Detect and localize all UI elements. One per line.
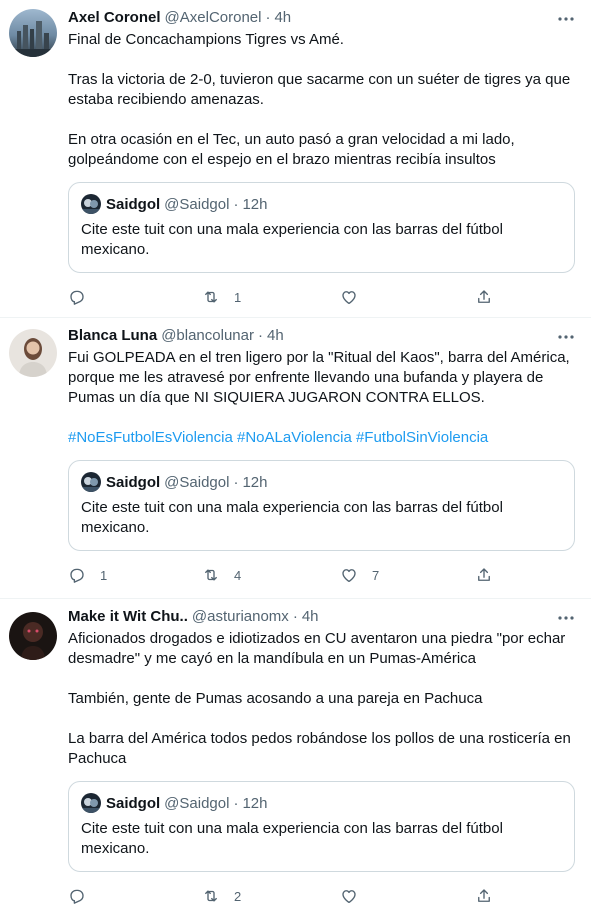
reply-button[interactable] bbox=[68, 880, 100, 912]
quoted-text: Cite este tuit con una mala experiencia … bbox=[81, 221, 503, 258]
quoted-timestamp: 12h bbox=[242, 794, 268, 812]
more-icon[interactable] bbox=[557, 10, 575, 28]
quoted-author-handle: @Saidgol bbox=[164, 473, 230, 491]
avatar[interactable] bbox=[9, 612, 57, 660]
tweet-paragraph: Final de Concachampions Tigres vs Amé. bbox=[68, 31, 344, 48]
reply-count: 1 bbox=[100, 567, 108, 583]
tweet-paragraph: También, gente de Pumas acosando a una p… bbox=[68, 690, 483, 707]
quoted-timestamp: 12h bbox=[242, 195, 268, 213]
author-name[interactable]: Make it Wit Chu.. bbox=[68, 607, 188, 627]
reply-icon bbox=[68, 288, 86, 306]
separator-dot: · bbox=[233, 473, 239, 491]
quoted-author-name: Saidgol bbox=[106, 473, 161, 491]
heart-icon bbox=[340, 288, 358, 306]
tweet[interactable]: Blanca Luna @blancolunar · 4h Fui GOLPEA… bbox=[0, 318, 591, 599]
share-icon bbox=[475, 288, 493, 306]
separator-dot: · bbox=[233, 195, 239, 213]
quoted-avatar bbox=[81, 793, 101, 813]
like-button[interactable]: 7 bbox=[340, 559, 379, 591]
like-button[interactable] bbox=[340, 281, 372, 313]
like-count: 7 bbox=[372, 567, 380, 583]
quoted-author-name: Saidgol bbox=[106, 794, 161, 812]
author-handle[interactable]: @blancolunar bbox=[161, 326, 254, 346]
heart-icon bbox=[340, 566, 358, 584]
quoted-author-name: Saidgol bbox=[106, 195, 161, 213]
retweet-icon bbox=[202, 887, 220, 905]
action-bar: 1 4 7 bbox=[68, 559, 575, 591]
tweet-paragraph: Fui GOLPEADA en el tren ligero por la "R… bbox=[68, 349, 570, 406]
retweet-button[interactable]: 4 bbox=[202, 559, 241, 591]
separator-dot: · bbox=[257, 327, 263, 344]
tweet[interactable]: Make it Wit Chu.. @asturianomx · 4h Afic… bbox=[0, 599, 591, 918]
reply-button[interactable]: 1 bbox=[68, 559, 107, 591]
separator-dot: · bbox=[292, 608, 298, 625]
retweet-button[interactable]: 2 bbox=[202, 880, 241, 912]
quoted-text: Cite este tuit con una mala experiencia … bbox=[81, 820, 503, 857]
avatar[interactable] bbox=[9, 329, 57, 377]
quoted-timestamp: 12h bbox=[242, 473, 268, 491]
tweet-paragraph: Aficionados drogados e idiotizados en CU… bbox=[68, 630, 566, 667]
share-icon bbox=[475, 566, 493, 584]
heart-icon bbox=[340, 887, 358, 905]
quoted-tweet[interactable]: Saidgol @Saidgol · 12h Cite este tuit co… bbox=[68, 781, 575, 872]
quoted-tweet[interactable]: Saidgol @Saidgol · 12h Cite este tuit co… bbox=[68, 182, 575, 273]
separator-dot: · bbox=[233, 794, 239, 812]
avatar[interactable] bbox=[9, 9, 57, 57]
separator-dot: · bbox=[265, 9, 271, 26]
retweet-button[interactable]: 1 bbox=[202, 281, 241, 313]
retweet-icon bbox=[202, 288, 220, 306]
more-icon[interactable] bbox=[557, 609, 575, 627]
author-handle[interactable]: @AxelCoronel bbox=[165, 8, 262, 28]
tweet-paragraph: La barra del América todos pedos robándo… bbox=[68, 730, 571, 767]
author-handle[interactable]: @asturianomx bbox=[192, 607, 289, 627]
retweet-count: 4 bbox=[234, 567, 242, 583]
timeline-feed: Axel Coronel @AxelCoronel · 4h Final de … bbox=[0, 0, 591, 918]
reply-button[interactable] bbox=[68, 281, 100, 313]
tweet-paragraph: Tras la victoria de 2-0, tuvieron que sa… bbox=[68, 71, 571, 108]
timestamp[interactable]: 4h bbox=[267, 326, 284, 346]
action-bar: 2 bbox=[68, 880, 575, 912]
hashtag-links[interactable]: #NoEsFutbolEsViolencia #NoALaViolencia #… bbox=[68, 428, 575, 448]
share-button[interactable] bbox=[475, 281, 493, 313]
author-name[interactable]: Blanca Luna bbox=[68, 326, 157, 346]
quoted-author-handle: @Saidgol bbox=[164, 794, 230, 812]
share-button[interactable] bbox=[475, 880, 493, 912]
timestamp[interactable]: 4h bbox=[302, 607, 319, 627]
tweet[interactable]: Axel Coronel @AxelCoronel · 4h Final de … bbox=[0, 0, 591, 318]
retweet-icon bbox=[202, 566, 220, 584]
timestamp[interactable]: 4h bbox=[274, 8, 291, 28]
reply-icon bbox=[68, 887, 86, 905]
action-bar: 1 bbox=[68, 281, 575, 313]
reply-icon bbox=[68, 566, 86, 584]
tweet-text: Fui GOLPEADA en el tren ligero por la "R… bbox=[68, 348, 575, 448]
share-icon bbox=[475, 887, 493, 905]
quoted-avatar bbox=[81, 194, 101, 214]
more-icon[interactable] bbox=[557, 328, 575, 346]
retweet-count: 1 bbox=[234, 289, 242, 305]
quoted-text: Cite este tuit con una mala experiencia … bbox=[81, 499, 503, 536]
quoted-tweet[interactable]: Saidgol @Saidgol · 12h Cite este tuit co… bbox=[68, 460, 575, 551]
tweet-text: Aficionados drogados e idiotizados en CU… bbox=[68, 629, 575, 769]
quoted-avatar bbox=[81, 472, 101, 492]
author-name[interactable]: Axel Coronel bbox=[68, 8, 161, 28]
like-button[interactable] bbox=[340, 880, 372, 912]
tweet-paragraph: En otra ocasión en el Tec, un auto pasó … bbox=[68, 131, 515, 168]
tweet-text: Final de Concachampions Tigres vs Amé. T… bbox=[68, 30, 575, 170]
quoted-author-handle: @Saidgol bbox=[164, 195, 230, 213]
share-button[interactable] bbox=[475, 559, 493, 591]
retweet-count: 2 bbox=[234, 888, 242, 904]
